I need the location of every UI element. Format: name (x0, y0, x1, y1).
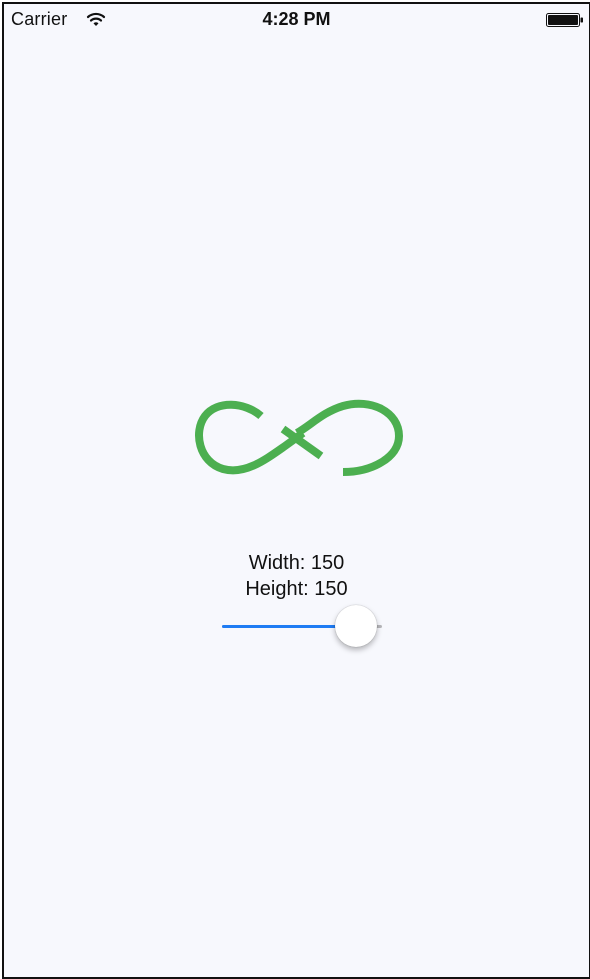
dimension-readout: Width: 150 Height: 150 (4, 550, 589, 602)
infinity-logo (195, 399, 404, 476)
slider-thumb[interactable] (335, 605, 377, 647)
status-time: 4:28 PM (262, 9, 331, 29)
battery-icon (546, 13, 583, 27)
width-label: Width: 150 (248, 552, 345, 574)
size-slider[interactable] (222, 604, 382, 650)
status-bar: Carrier 4:28 PM (4, 4, 589, 38)
height-label: Height: 150 (245, 578, 348, 600)
app-screen: Carrier 4:28 PM Width: 150 Height: 150 (2, 2, 590, 979)
